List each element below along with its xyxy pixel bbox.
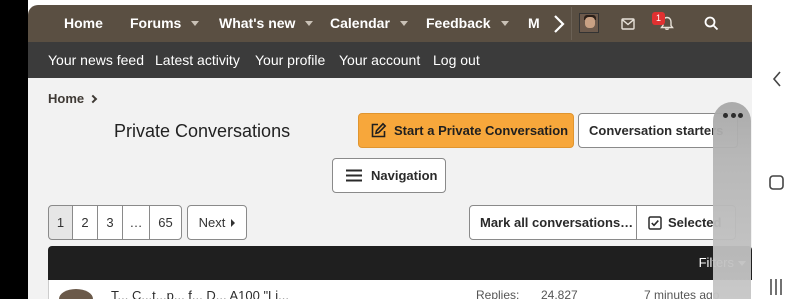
chevron-down-icon [500, 20, 509, 26]
subnav-latest-activity[interactable]: Latest activity [155, 42, 240, 78]
nav-forums[interactable]: Forums [130, 5, 200, 42]
recent-apps-icon[interactable] [769, 278, 783, 296]
back-icon[interactable] [772, 70, 782, 88]
subnav-news-feed[interactable]: Your news feed [48, 42, 144, 78]
breadcrumb: Home [48, 91, 98, 106]
replies-label: Replies: [476, 288, 520, 299]
conversation-row[interactable]: T... C...t...p... f... D... A100 "Li... … [48, 280, 752, 299]
nav-feedback[interactable]: Feedback [426, 5, 509, 42]
checkbox-icon [648, 215, 662, 230]
user-avatar[interactable] [579, 13, 599, 33]
page-link-last[interactable]: 65 [149, 205, 182, 240]
chevron-right-icon[interactable] [552, 13, 566, 35]
subnav-your-account[interactable]: Your account [339, 42, 420, 78]
home-icon[interactable] [769, 175, 784, 190]
last-activity-time: 7 minutes ago [644, 288, 720, 299]
search-icon [704, 16, 718, 31]
chevron-down-icon [399, 20, 408, 26]
more-options-icon[interactable] [723, 113, 743, 119]
chevron-down-icon [191, 20, 200, 26]
page-link[interactable]: 3 [97, 205, 123, 240]
top-navigation: Home Forums What's new Calendar Feedback… [28, 5, 752, 42]
caret-right-icon [231, 218, 236, 227]
nav-divider [571, 7, 572, 40]
nav-more[interactable]: M [528, 5, 540, 42]
nav-whats-new[interactable]: What's new [219, 5, 314, 42]
envelope-icon [621, 17, 635, 30]
left-bezel [0, 0, 28, 299]
avatar [59, 289, 93, 299]
replies-value: 24,827 [541, 288, 578, 299]
page-title: Private Conversations [114, 121, 291, 141]
subnav-log-out[interactable]: Log out [433, 42, 480, 78]
search-button[interactable] [694, 5, 728, 42]
android-nav-bar [752, 0, 800, 299]
forum-app: Home Forums What's new Calendar Feedback… [28, 5, 752, 299]
page-jump-ellipsis[interactable]: … [122, 205, 150, 240]
notification-badge: 1 [652, 12, 665, 25]
navigation-button[interactable]: Navigation [332, 158, 446, 193]
scroll-handle[interactable] [713, 102, 751, 299]
compose-icon [371, 122, 387, 138]
start-conversation-button[interactable]: Start a Private Conversation [358, 113, 574, 148]
account-subnav: Your news feed Latest activity Your prof… [28, 42, 752, 78]
next-page-button[interactable]: Next [187, 205, 247, 240]
conversation-title[interactable]: T... C...t...p... f... D... A100 "Li... [111, 288, 289, 299]
nav-home[interactable]: Home [64, 5, 103, 42]
subnav-your-profile[interactable]: Your profile [255, 42, 325, 78]
conversation-list-header: Filters [48, 246, 752, 280]
page-link-current[interactable]: 1 [48, 205, 73, 240]
mark-all-conversations-button[interactable]: Mark all conversations… [469, 205, 638, 240]
inbox-button[interactable] [611, 5, 645, 42]
hamburger-menu-icon [346, 169, 362, 182]
chevron-down-icon [305, 20, 314, 26]
breadcrumb-home[interactable]: Home [48, 91, 84, 106]
nav-calendar[interactable]: Calendar [330, 5, 408, 42]
chevron-right-icon [88, 94, 98, 104]
page-link[interactable]: 2 [72, 205, 98, 240]
pagination: 1 2 3 … 65 [48, 205, 182, 240]
